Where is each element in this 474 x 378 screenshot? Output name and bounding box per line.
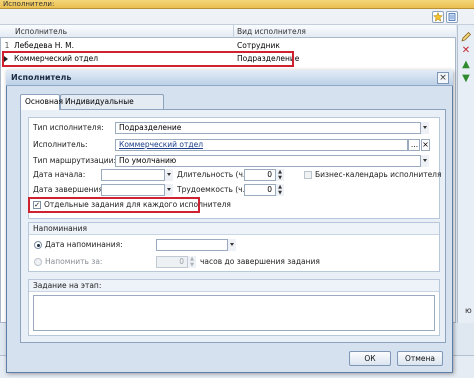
column-header-performer[interactable]: Исполнитель bbox=[12, 25, 232, 38]
task-stage-header: Задание на этап: bbox=[29, 280, 439, 292]
end-date-input[interactable] bbox=[101, 184, 173, 196]
clear-icon[interactable]: × bbox=[421, 139, 430, 151]
star-icon[interactable] bbox=[432, 11, 444, 23]
settings-icon[interactable] bbox=[446, 11, 458, 23]
radio-selected-dot bbox=[37, 244, 40, 247]
start-date-input[interactable] bbox=[101, 169, 173, 181]
toolbar bbox=[0, 9, 474, 25]
column-header-performer-kind[interactable]: Вид исполнителя bbox=[233, 25, 453, 38]
performer-browse-button[interactable]: ... bbox=[408, 139, 420, 151]
performer-type-label: Тип исполнителя: bbox=[33, 123, 104, 132]
dialog-title: Исполнитель bbox=[6, 70, 453, 86]
move-down-icon[interactable]: ▼ bbox=[460, 73, 472, 85]
remind-in-radio[interactable] bbox=[34, 258, 42, 266]
tab-individual-settings[interactable]: Индивидуальные настройки bbox=[60, 94, 164, 120]
background-partial-text: ю bbox=[465, 306, 472, 315]
start-date-label: Дата начала: bbox=[33, 170, 86, 179]
task-stage-textarea[interactable] bbox=[33, 295, 435, 331]
remind-in-suffix: часов до завершения задания bbox=[200, 257, 320, 266]
window-title: Исполнители: bbox=[0, 0, 474, 9]
selected-row-highlight bbox=[2, 51, 294, 67]
labor-stepper[interactable]: ▲ ▼ bbox=[275, 184, 284, 196]
reminders-header: Напоминания bbox=[29, 223, 439, 235]
duration-label: Длительность (ч.): bbox=[177, 170, 251, 179]
delete-icon[interactable]: ✕ bbox=[460, 45, 472, 57]
edit-icon[interactable] bbox=[460, 31, 472, 43]
chevron-down-icon[interactable] bbox=[227, 239, 236, 251]
labor-label: Трудоемкость (ч.): bbox=[177, 185, 251, 194]
close-button[interactable]: × bbox=[437, 72, 449, 84]
end-date-label: Дата завершения: bbox=[33, 185, 106, 194]
cancel-button[interactable]: Отмена bbox=[397, 351, 443, 366]
tab-main[interactable]: Основная bbox=[20, 94, 63, 110]
remind-in-label: Напомнить за: bbox=[45, 257, 103, 266]
separate-tasks-highlight bbox=[28, 197, 200, 213]
chevron-down-icon[interactable] bbox=[164, 169, 173, 181]
ok-button[interactable]: ОК bbox=[349, 351, 391, 366]
performer-link[interactable]: Коммерческий отдел bbox=[119, 140, 203, 149]
chevron-down-icon[interactable] bbox=[420, 122, 429, 134]
reminder-date-radio[interactable] bbox=[34, 241, 42, 249]
duration-stepper[interactable]: ▲ ▼ bbox=[275, 169, 284, 181]
chevron-down-icon[interactable] bbox=[420, 155, 429, 167]
reminder-date-input[interactable] bbox=[156, 239, 236, 251]
performer-label: Исполнитель: bbox=[33, 140, 88, 149]
business-calendar-checkbox[interactable] bbox=[304, 171, 312, 179]
reminder-date-label: Дата напоминания: bbox=[45, 240, 123, 249]
routing-type-select[interactable]: По умолчанию bbox=[115, 155, 429, 167]
performer-type-select[interactable]: Подразделение bbox=[115, 122, 429, 134]
move-up-icon[interactable]: ▲ bbox=[460, 59, 472, 71]
routing-type-label: Тип маршрутизации: bbox=[33, 156, 117, 165]
performer-field[interactable]: Коммерческий отдел bbox=[115, 139, 408, 151]
remind-in-stepper[interactable]: ▲ ▼ bbox=[187, 256, 196, 268]
chevron-down-icon[interactable] bbox=[164, 184, 173, 196]
business-calendar-label: Бизнес-календарь исполнителя bbox=[315, 170, 442, 179]
